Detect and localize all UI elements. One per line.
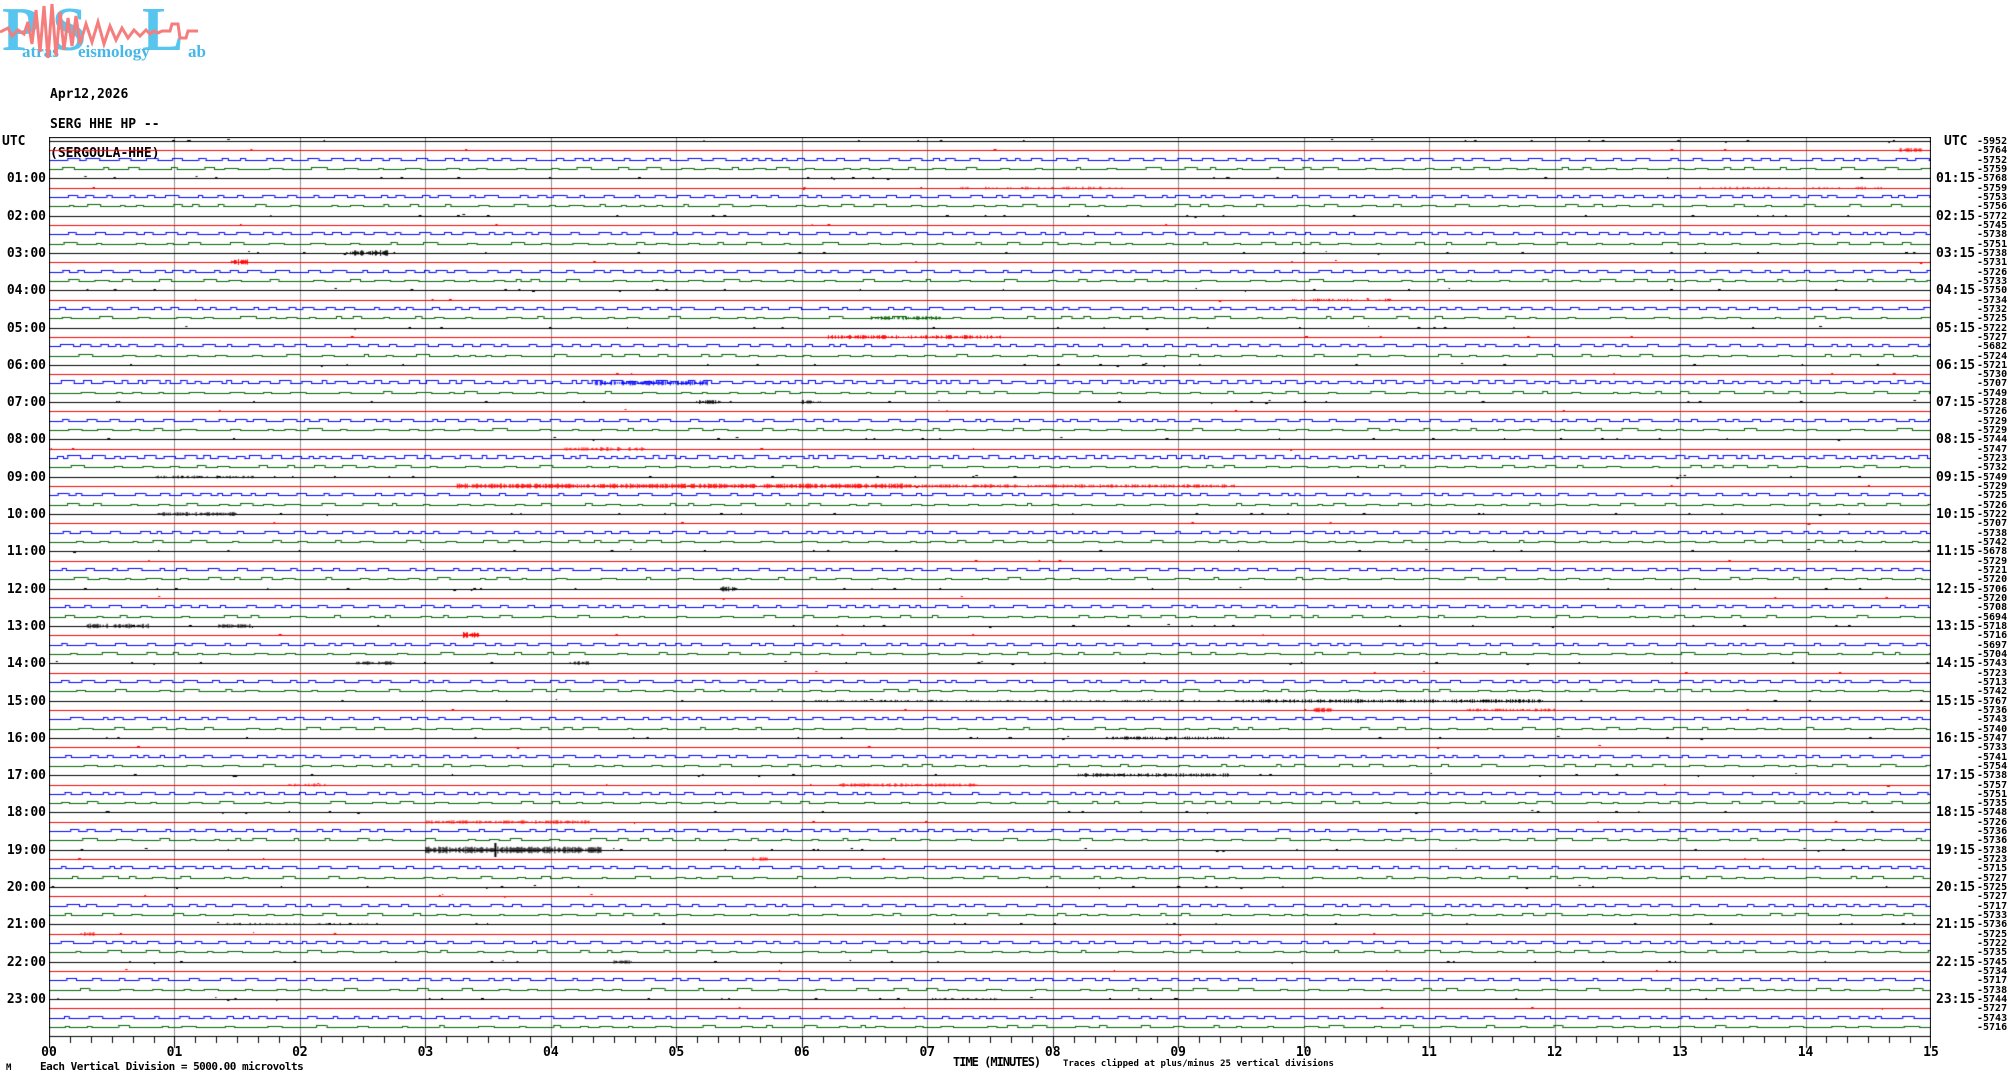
psl-logo: P S L atras eismology ab: [0, 0, 210, 64]
left-time-label: 04:00: [6, 283, 46, 299]
trace-offset-value: -5716: [1977, 1021, 2008, 1033]
minute-tick-label: 11: [1421, 1045, 1437, 1060]
trace-offset-value: -5768: [1977, 173, 2008, 185]
clip-note: Traces clipped at plus/minus 25 vertical…: [1063, 1059, 1334, 1069]
left-time-label: 15:00: [6, 693, 46, 709]
left-time-label: 22:00: [6, 954, 46, 970]
minute-tick-label: 14: [1797, 1045, 1814, 1060]
trace-offset-value: -5750: [1977, 285, 2008, 297]
minute-tick-label: 09: [1170, 1045, 1187, 1060]
trace-offset-value: -5720: [1977, 574, 2008, 586]
left-time-label: 09:00: [6, 469, 46, 485]
trace-offset-value: -5727: [1977, 1003, 2008, 1015]
trace-offset-value: -5733: [1977, 742, 2008, 754]
left-time-label: 13:00: [6, 618, 46, 634]
left-time-label: 19:00: [6, 842, 46, 858]
trace-offset-value: -5743: [1977, 714, 2008, 726]
minute-tick-label: 08: [1044, 1045, 1061, 1060]
left-time-label: 01:00: [6, 171, 46, 187]
left-time-label: 12:00: [6, 581, 46, 597]
left-time-label: 11:00: [6, 544, 46, 560]
minute-tick-label: 03: [417, 1045, 434, 1060]
minute-tick-label: 02: [292, 1045, 308, 1060]
left-time-label: 20:00: [6, 880, 46, 896]
trace-offset-value: -5731: [1977, 257, 2008, 269]
time-axis-title: TIME (MINUTES): [953, 1055, 1041, 1069]
minute-tick-label: 05: [668, 1045, 685, 1060]
trace-offset-value: -5743: [1977, 658, 2008, 670]
trace-offset-value: -5716: [1977, 630, 2008, 642]
left-time-label: 07:00: [6, 395, 46, 411]
corner-artifact: M: [6, 1063, 12, 1073]
left-time-label: 23:00: [6, 992, 46, 1008]
minute-tick-label: 13: [1672, 1045, 1688, 1060]
helicorder-plot-canvas: [49, 137, 1931, 1052]
date-label: Apr12,2026: [50, 87, 129, 102]
minute-tick-label: 10: [1295, 1045, 1312, 1060]
trace-offset-value: -5742: [1977, 686, 2008, 698]
left-time-label: 05:00: [6, 320, 46, 336]
trace-offset-value: -5764: [1977, 145, 2008, 157]
trace-offset-value: -5682: [1977, 341, 2008, 353]
scale-note: Each Vertical Division = 5000.00 microvo…: [40, 1060, 304, 1073]
trace-offset-value: -5708: [1977, 602, 2008, 614]
trace-offset-value: -5738: [1977, 229, 2008, 241]
helicorder-page: P S L atras eismology ab Apr12,2026 SERG…: [0, 0, 2010, 1080]
minute-tick-label: 04: [543, 1045, 559, 1060]
trace-offset-value: -5678: [1977, 546, 2008, 558]
left-time-label: 10:00: [6, 507, 46, 523]
utc-label-right: UTC: [1944, 134, 1968, 149]
minute-tick-label: 12: [1546, 1045, 1563, 1060]
left-time-label: 06:00: [6, 357, 46, 373]
left-time-label: 02:00: [6, 208, 46, 224]
minute-tick-label: 00: [41, 1045, 57, 1060]
trace-offset-value: -5756: [1977, 201, 2008, 213]
left-time-label: 14:00: [6, 656, 46, 672]
trace-offset-value: -5738: [1977, 770, 2008, 782]
minute-tick-label: 15: [1923, 1045, 1939, 1060]
minute-tick-label: 07: [919, 1045, 936, 1060]
utc-label-left: UTC: [2, 134, 26, 149]
minute-tick-label: 06: [793, 1045, 810, 1060]
station-label: SERG HHE HP --: [50, 116, 160, 132]
left-time-label: 17:00: [6, 768, 46, 784]
left-time-label: 16:00: [6, 730, 46, 746]
trace-offset-value: -5717: [1977, 975, 2008, 987]
left-time-label: 03:00: [6, 245, 46, 261]
left-time-label: 08:00: [6, 432, 46, 448]
seismic-waveform-icon: [0, 3, 198, 59]
trace-offset-value: -5725: [1977, 313, 2008, 325]
left-time-label: 21:00: [6, 917, 46, 933]
minute-tick-label: 01: [166, 1045, 183, 1060]
left-time-label: 18:00: [6, 805, 46, 821]
